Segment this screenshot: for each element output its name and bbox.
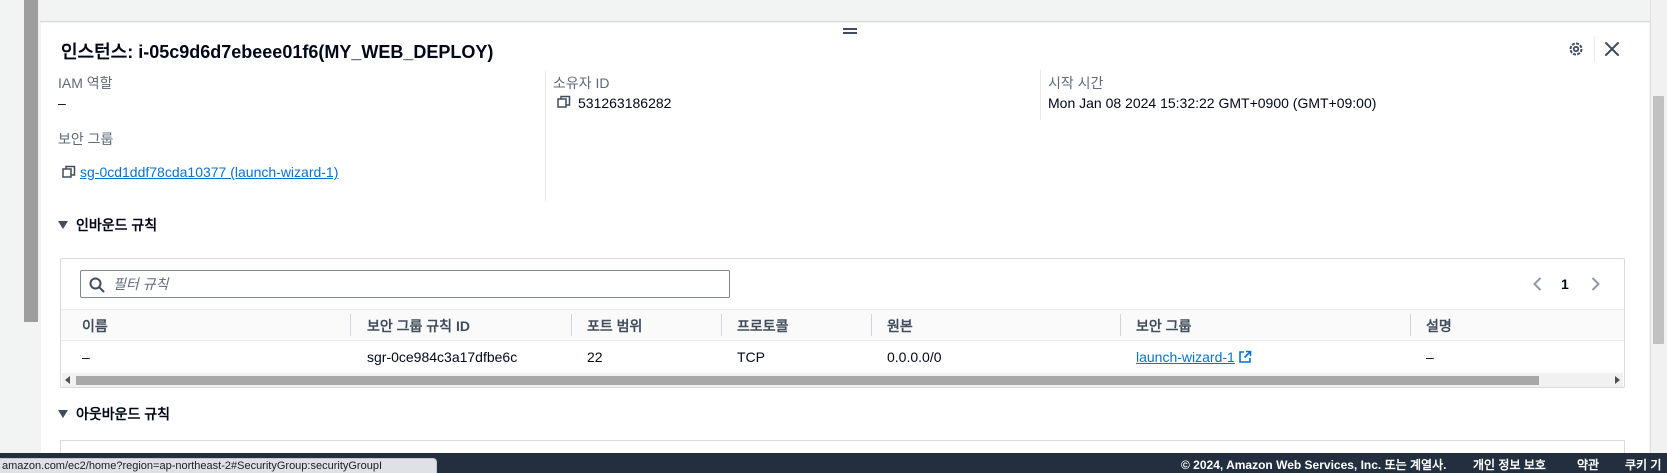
copy-icon[interactable]	[557, 95, 571, 109]
header-divider	[1594, 36, 1595, 62]
filter-rules-input[interactable]	[113, 274, 713, 294]
column-resizer[interactable]	[1410, 314, 1411, 336]
cell-port-range: 22	[587, 349, 603, 365]
iam-role-label: IAM 역할	[58, 75, 113, 91]
outbound-rules-toggle[interactable]: 아웃바운드 규칙	[58, 404, 170, 424]
copy-icon[interactable]	[62, 165, 76, 179]
inbound-rules-toggle[interactable]: 인바운드 규칙	[58, 215, 157, 235]
security-group-link[interactable]: sg-0cd1ddf78cda10377 (launch-wizard-1)	[80, 164, 338, 180]
footer-copyright: © 2024, Amazon Web Services, Inc. 또는 계열사…	[1181, 458, 1447, 472]
column-divider	[545, 70, 546, 202]
top-strip	[40, 0, 1650, 22]
outbound-rules-title: 아웃바운드 규칙	[76, 406, 171, 422]
footer-terms-link[interactable]: 약관	[1577, 456, 1599, 473]
launch-time-label: 시작 시간	[1048, 75, 1104, 91]
left-scrollbar[interactable]	[24, 0, 38, 322]
cell-rule-id: sgr-0ce984c3a17dfbe6c	[367, 349, 518, 365]
column-header-rule-id[interactable]: 보안 그룹 규칙 ID	[367, 316, 470, 336]
column-resizer[interactable]	[721, 314, 722, 336]
scroll-left-icon[interactable]	[65, 376, 70, 384]
security-group-link[interactable]: launch-wizard-1	[1136, 349, 1235, 365]
status-bar-url: amazon.com/ec2/home?region=ap-northeast-…	[0, 458, 437, 473]
cell-security-group[interactable]: launch-wizard-1	[1136, 349, 1252, 365]
column-header-name[interactable]: 이름	[82, 316, 108, 336]
page-scrollbar[interactable]	[1650, 0, 1667, 453]
owner-id-label: 소유자 ID	[553, 75, 610, 91]
filter-rules-search[interactable]	[80, 270, 730, 298]
gear-icon[interactable]	[1567, 40, 1585, 58]
cell-source: 0.0.0.0/0	[887, 349, 942, 365]
cell-description: –	[1426, 349, 1434, 365]
security-groups-label: 보안 그룹	[58, 131, 114, 147]
owner-id-value: 531263186282	[578, 95, 672, 111]
column-header-description[interactable]: 설명	[1426, 316, 1452, 336]
footer-cookies-link[interactable]: 쿠키 기	[1625, 456, 1661, 473]
scroll-right-icon[interactable]	[1615, 376, 1620, 384]
cell-protocol: TCP	[737, 349, 765, 365]
close-icon[interactable]	[1603, 40, 1621, 58]
outbound-rules-table	[60, 440, 1625, 453]
instance-details-panel	[41, 23, 1649, 453]
column-resizer[interactable]	[571, 314, 572, 336]
chevron-left-icon[interactable]	[1530, 276, 1546, 292]
column-resizer[interactable]	[871, 314, 872, 336]
table-horizontal-scrollbar[interactable]	[62, 373, 1623, 387]
table-scrollbar-thumb[interactable]	[76, 376, 1539, 385]
caret-down-icon	[58, 221, 68, 229]
column-header-security-group[interactable]: 보안 그룹	[1136, 316, 1191, 336]
column-resizer[interactable]	[1120, 314, 1121, 336]
column-divider	[1040, 70, 1041, 120]
page-scrollbar-thumb[interactable]	[1653, 96, 1664, 344]
column-header-port-range[interactable]: 포트 범위	[587, 316, 642, 336]
search-icon	[89, 277, 105, 293]
chevron-right-icon[interactable]	[1587, 276, 1603, 292]
column-header-source[interactable]: 원본	[887, 316, 913, 336]
external-link-icon[interactable]	[1238, 350, 1252, 364]
panel-title: 인스턴스: i-05c9d6d7ebeee01f6(MY_WEB_DEPLOY)	[61, 42, 494, 62]
column-resizer[interactable]	[350, 314, 351, 336]
caret-down-icon	[58, 410, 68, 418]
table-header	[61, 309, 1624, 341]
column-header-protocol[interactable]: 프로토콜	[737, 316, 789, 336]
iam-role-value: –	[58, 95, 66, 111]
launch-time-value: Mon Jan 08 2024 15:32:22 GMT+0900 (GMT+0…	[1048, 95, 1377, 111]
resize-handle-icon[interactable]	[843, 28, 857, 36]
page-number[interactable]: 1	[1561, 276, 1569, 292]
inbound-rules-title: 인바운드 규칙	[76, 217, 158, 233]
cell-name: –	[82, 349, 90, 365]
footer-privacy-link[interactable]: 개인 정보 보호	[1473, 456, 1546, 473]
